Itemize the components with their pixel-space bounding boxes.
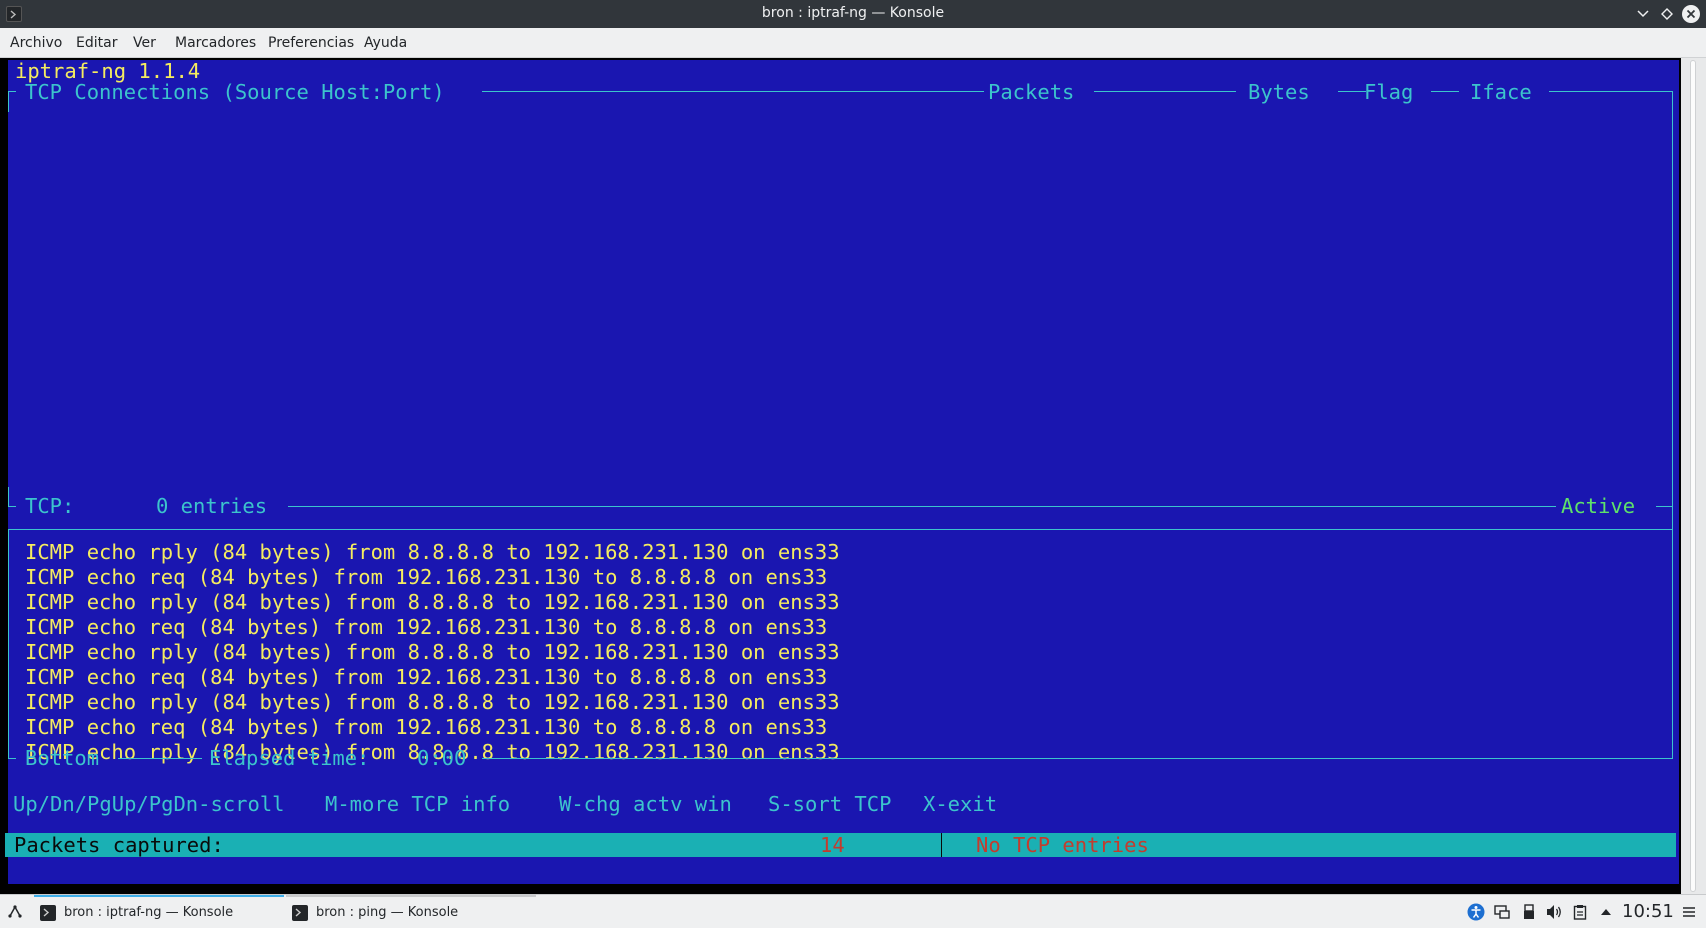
scroll-position: Bottom [25,746,100,770]
log-line: ICMP echo rply (84 bytes) from 8.8.8.8 t… [25,540,840,564]
border-mid-seg [8,506,16,507]
maximize-button[interactable] [1657,4,1677,24]
tcp-entries-count: 0 entries [156,494,268,518]
log-line: ICMP echo req (84 bytes) from 192.168.23… [25,665,828,689]
bytes-column-header: Bytes [1248,80,1310,104]
close-icon [1682,5,1700,23]
key-hint-exit: X-exit [923,792,998,816]
packet-status-bar: Packets captured: 14 No TCP entries [5,833,1676,857]
close-button[interactable] [1681,4,1701,24]
konsole-icon [292,904,308,921]
app-launcher-button[interactable] [6,903,24,921]
volume-button[interactable] [1545,903,1563,921]
menu-preferencias[interactable]: Preferencias [268,35,354,51]
menu-marcadores[interactable]: Marcadores [175,35,256,51]
flag-column-header: Flag [1364,80,1414,104]
window-titlebar[interactable]: bron : iptraf-ng — Konsole [0,0,1706,28]
log-line: ICMP echo req (84 bytes) from 192.168.23… [25,615,828,639]
hamburger-icon [1683,907,1695,917]
border-top-seg [1094,91,1236,92]
menu-ayuda[interactable]: Ayuda [364,35,407,51]
minimize-icon [1637,10,1649,18]
packets-captured-value: 14 [820,833,845,857]
key-hint-change-window: W-chg actv win [559,792,732,816]
log-line: ICMP echo req (84 bytes) from 192.168.23… [25,715,828,739]
tcp-label: TCP: [25,494,75,518]
border-left [8,487,9,507]
border-top-seg [482,91,984,92]
tcp-entries-message: No TCP entries [976,833,1149,857]
maximize-icon [1661,8,1673,20]
terminal-view[interactable]: iptraf-ng 1.1.4 TCP Connections (Source … [0,58,1706,894]
menu-editar[interactable]: Editar [76,35,117,51]
key-hint-scroll: Up/Dn/PgUp/PgDn-scroll [13,792,285,816]
accessibility-button[interactable] [1467,903,1485,921]
log-line: ICMP echo req (84 bytes) from 192.168.23… [25,565,828,589]
log-line: ICMP echo rply (84 bytes) from 8.8.8.8 t… [25,690,840,714]
clock[interactable]: 10:51 [1622,901,1674,922]
border-right [1672,487,1673,507]
border-mid-seg [1656,506,1673,507]
border-top-seg [1338,91,1366,92]
elapsed-time-label: Elapsed time: [209,746,370,770]
border-right [1672,91,1673,547]
usb-button[interactable] [1520,903,1538,921]
elapsed-time-value: 0:00 [417,746,467,770]
window-title: bron : iptraf-ng — Konsole [761,5,945,21]
border-bottom-seg [8,758,16,759]
accessibility-icon [1467,903,1485,921]
border-bottom-seg [118,758,202,759]
border-log-top [8,529,1673,530]
panel-menu-button[interactable] [1680,903,1698,921]
volume-icon [1547,905,1561,919]
packets-captured-label: Packets captured: [14,833,224,857]
taskbar: bron : iptraf-ng — Konsole bron : ping —… [0,894,1706,928]
network-icon [1494,905,1510,919]
tcp-connections-header: TCP Connections (Source Host:Port) [25,80,445,104]
status-separator [941,833,942,857]
log-line: ICMP echo rply (84 bytes) from 8.8.8.8 t… [25,640,840,664]
menu-archivo[interactable]: Archivo [10,35,62,51]
key-hint-sort: S-sort TCP [768,792,892,816]
border-right [1672,529,1673,759]
tray-expand-button[interactable] [1597,903,1615,921]
border-left [8,529,9,759]
clipboard-button[interactable] [1571,903,1589,921]
usb-icon [1524,904,1534,919]
task-label: bron : iptraf-ng — Konsole [64,905,234,920]
active-indicator: Active [1561,494,1636,518]
menu-bar: Archivo Editar Ver Marcadores Preferenci… [0,28,1706,58]
border-left [8,91,9,112]
packets-column-header: Packets [988,80,1075,104]
border-mid-seg [288,506,1556,507]
terminal-scrollbar[interactable] [1681,58,1706,894]
border-top-seg [8,91,16,92]
key-hint-more-info: M-more TCP info [325,792,511,816]
border-top-seg [1431,91,1459,92]
scrollbar-track[interactable] [1690,60,1696,892]
minimize-button[interactable] [1633,4,1653,24]
clipboard-icon [1573,905,1587,920]
iptraf-screen: iptraf-ng 1.1.4 TCP Connections (Source … [8,59,1679,884]
task-label: bron : ping — Konsole [316,905,459,920]
iface-column-header: Iface [1470,80,1532,104]
menu-ver[interactable]: Ver [133,35,156,51]
tray-expand-icon [1601,909,1611,915]
border-bottom-seg [482,758,1673,759]
app-launcher-icon [8,905,22,918]
task-ping-konsole[interactable]: bron : ping — Konsole [286,895,536,928]
konsole-icon [40,904,56,921]
task-iptraf-konsole[interactable]: bron : iptraf-ng — Konsole [34,895,284,928]
network-button[interactable] [1493,903,1511,921]
border-top-seg [1549,91,1673,92]
log-line: ICMP echo rply (84 bytes) from 8.8.8.8 t… [25,590,840,614]
